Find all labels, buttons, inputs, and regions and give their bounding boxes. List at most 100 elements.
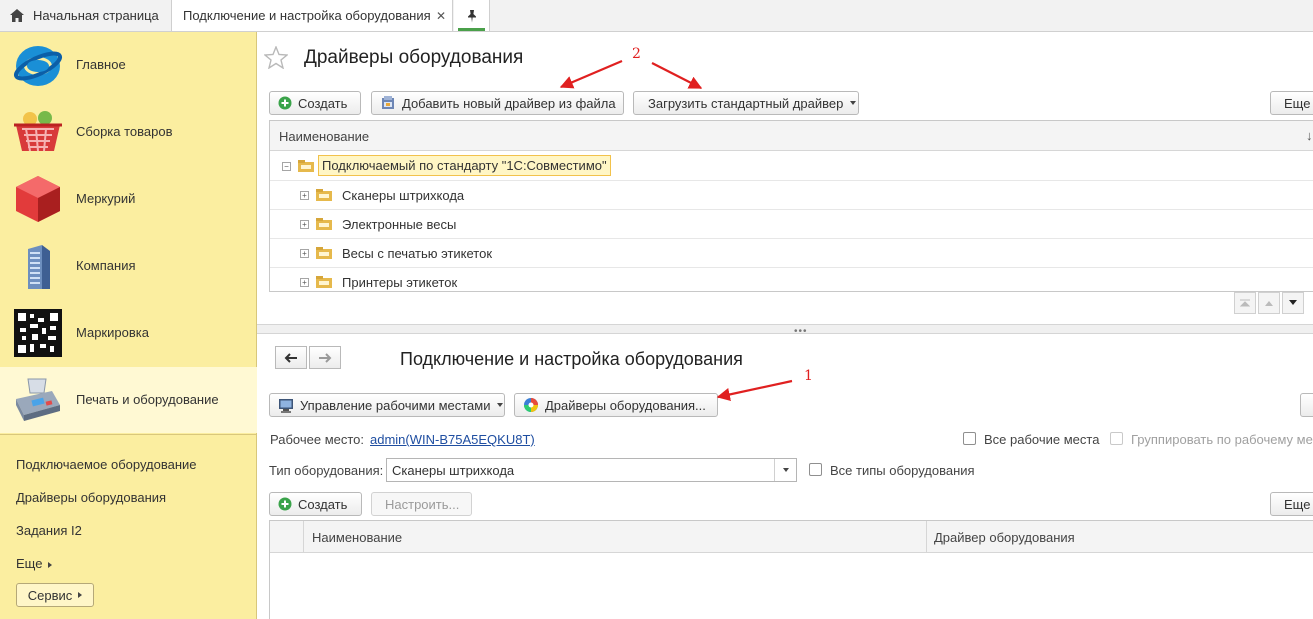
equipment-drivers-button[interactable]: Драйверы оборудования... xyxy=(514,393,718,417)
tab-home-label: Начальная страница xyxy=(33,8,159,23)
sidebar-section-print-equipment[interactable]: Печать и оборудование xyxy=(0,367,257,433)
sidebar-divider xyxy=(0,434,256,435)
basket-icon xyxy=(14,111,62,152)
annotation-number-2: 2 xyxy=(632,46,641,62)
folder-group-icon xyxy=(298,160,314,172)
scroll-down-button[interactable] xyxy=(1282,292,1304,314)
sidebar-link-more-label: Еще xyxy=(16,556,43,571)
all-workplaces-label: Все рабочие места xyxy=(984,432,1100,447)
sidebar-section-assembly[interactable]: Сборка товаров xyxy=(0,99,257,165)
service-button-label: Сервис xyxy=(27,587,73,603)
equipment-table: Наименование Драйвер оборудования xyxy=(269,520,1313,619)
arrow-top-icon xyxy=(1240,299,1250,307)
workplace-label: Рабочее место: xyxy=(270,432,365,447)
tab-active-indicator xyxy=(458,28,485,31)
column-header-name[interactable]: Наименование xyxy=(279,129,369,144)
scroll-up-button[interactable] xyxy=(1258,292,1280,314)
lower-more-actions-label: Еще xyxy=(1284,496,1311,512)
tab-equipment-settings[interactable]: Подключение и настройка оборудования ✕ xyxy=(172,0,453,31)
annotation-arrow-drivers-button xyxy=(716,379,793,401)
equipment-type-select[interactable]: Сканеры штрихкода xyxy=(386,458,797,482)
drivers-disc-icon xyxy=(524,398,538,412)
table-row[interactable]: + Весы с печатью этикеток xyxy=(270,239,1313,268)
sidebar-section-label: Печать и оборудование xyxy=(76,392,219,407)
manage-workplaces-button[interactable]: Управление рабочими местами xyxy=(269,393,505,417)
close-icon[interactable]: ✕ xyxy=(436,9,446,23)
drivers-page-title: Драйверы оборудования xyxy=(304,47,524,68)
expand-icon[interactable]: + xyxy=(300,220,309,229)
create-driver-button[interactable]: Создать xyxy=(269,91,361,115)
chevron-right-icon xyxy=(78,592,83,598)
tree-item-label: Принтеры этикеток xyxy=(342,275,458,290)
arrow-left-icon xyxy=(284,352,297,363)
monitor-icon xyxy=(279,398,293,413)
group-by-workplace-label: Группировать по рабочему ме xyxy=(1131,432,1313,447)
arrow-right-icon xyxy=(319,352,332,363)
all-types-checkbox[interactable] xyxy=(809,463,822,476)
sort-arrow-icon[interactable]: ↓ xyxy=(1306,128,1313,143)
favorite-star-icon[interactable] xyxy=(264,46,288,69)
sidebar-section-mercury[interactable]: Меркурий xyxy=(0,166,257,232)
workplace-link[interactable]: admin(WIN-B75A5EQKU8T) xyxy=(370,432,535,447)
sidebar-link-connected-equipment[interactable]: Подключаемое оборудование xyxy=(16,457,197,472)
expand-icon[interactable]: + xyxy=(300,249,309,258)
tree-item-label: Весы с печатью этикеток xyxy=(342,246,493,261)
building-icon xyxy=(28,245,50,289)
lower-extra-button[interactable] xyxy=(1300,393,1313,417)
sidebar-section-label: Главное xyxy=(76,57,126,72)
all-workplaces-checkbox[interactable] xyxy=(963,432,976,445)
scroll-first-button[interactable] xyxy=(1234,292,1256,314)
sidebar-link-tasks[interactable]: Задания I2 xyxy=(16,523,82,538)
load-standard-driver-button[interactable]: Загрузить стандартный драйвер xyxy=(633,91,859,115)
column-header-driver[interactable]: Драйвер оборудования xyxy=(934,530,1075,545)
collapse-icon[interactable]: − xyxy=(282,162,291,171)
group-by-workplace-checkbox[interactable] xyxy=(1110,432,1123,445)
dropdown-button[interactable] xyxy=(774,459,796,481)
plus-circle-icon xyxy=(278,96,292,110)
drivers-table-header: Наименование ↓ xyxy=(270,121,1313,151)
expand-icon[interactable]: + xyxy=(300,191,309,200)
add-driver-from-file-button[interactable]: Добавить новый драйвер из файла xyxy=(371,91,624,115)
forward-button[interactable] xyxy=(309,346,341,369)
service-button[interactable]: Сервис xyxy=(16,583,94,607)
expand-icon[interactable]: + xyxy=(300,278,309,287)
annotation-arrow-load-standard xyxy=(651,62,703,89)
globe-icon xyxy=(13,46,63,86)
sidebar-section-label: Сборка товаров xyxy=(76,124,173,139)
create-equipment-button[interactable]: Создать xyxy=(269,492,362,516)
splitter-grip-icon[interactable]: ••• xyxy=(794,326,808,337)
tab-home[interactable]: Начальная страница xyxy=(0,0,172,31)
load-standard-driver-label: Загрузить стандартный драйвер xyxy=(648,95,844,111)
table-row[interactable]: + Электронные весы xyxy=(270,210,1313,239)
pane-splitter[interactable]: ••• xyxy=(257,324,1313,337)
more-actions-button[interactable]: Еще xyxy=(1270,91,1313,115)
sidebar-section-label: Меркурий xyxy=(76,191,136,206)
sidebar-link-more[interactable]: Еще xyxy=(16,556,53,571)
tree-item-label: Электронные весы xyxy=(342,217,457,232)
sidebar-section-label: Компания xyxy=(76,258,136,273)
chevron-right-icon xyxy=(48,561,53,568)
arrow-up-icon xyxy=(1265,301,1273,306)
equipment-page-title: Подключение и настройка оборудования xyxy=(400,349,743,369)
column-header-name[interactable]: Наименование xyxy=(312,530,402,545)
drivers-table: Наименование ↓ − Подключаемый по стандар… xyxy=(269,120,1313,292)
sidebar-section-company[interactable]: Компания xyxy=(0,233,257,299)
tab-bar: Начальная страница Подключение и настрой… xyxy=(0,0,1313,32)
equipment-drivers-label: Драйверы оборудования... xyxy=(545,397,706,413)
table-row[interactable]: + Сканеры штрихкода xyxy=(270,181,1313,210)
app-window: Начальная страница Подключение и настрой… xyxy=(0,0,1313,619)
sidebar-section-main[interactable]: Главное xyxy=(0,32,257,98)
sidebar-section-marking[interactable]: Маркировка xyxy=(0,300,257,366)
table-row-root[interactable]: − Подключаемый по стандарту "1С:Совмести… xyxy=(270,152,1313,181)
sidebar-link-equipment-drivers[interactable]: Драйверы оборудования xyxy=(16,490,166,505)
lower-more-actions-button[interactable]: Еще xyxy=(1270,492,1313,516)
manage-workplaces-label: Управление рабочими местами xyxy=(300,397,491,413)
plus-circle-icon xyxy=(278,497,292,511)
folder-group-icon xyxy=(316,247,332,259)
more-actions-label: Еще xyxy=(1284,95,1311,111)
configure-button[interactable]: Настроить... xyxy=(371,492,472,516)
back-button[interactable] xyxy=(275,346,307,369)
tab-pinned[interactable] xyxy=(454,0,490,31)
folder-group-icon xyxy=(316,218,332,230)
table-row[interactable]: + Принтеры этикеток xyxy=(270,268,1313,291)
